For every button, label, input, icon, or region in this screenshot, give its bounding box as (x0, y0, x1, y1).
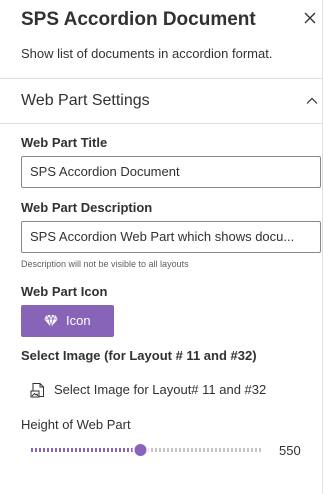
pane-description: Show list of documents in accordion form… (21, 46, 273, 61)
pane-title: SPS Accordion Document (21, 9, 256, 30)
icon-button-label: Icon (66, 313, 91, 328)
web-part-description-input[interactable]: SPS Accordion Web Part which shows docu.… (21, 221, 321, 253)
chevron-up-icon (306, 95, 318, 107)
property-pane: SPS Accordion Document Show list of docu… (0, 0, 323, 494)
diamond-icon (44, 314, 58, 328)
web-part-title-label: Web Part Title (21, 135, 108, 150)
height-slider[interactable] (31, 440, 263, 460)
select-image-link-label: Select Image for Layout# 11 and #32 (54, 382, 267, 397)
slider-thumb[interactable] (132, 442, 149, 458)
description-hint: Description will not be visible to all l… (21, 259, 189, 269)
pane-header: SPS Accordion Document (21, 8, 282, 32)
select-image-label: Select Image (for Layout # 11 and #32) (21, 348, 257, 363)
web-part-icon-label: Web Part Icon (21, 284, 108, 299)
web-part-title-input[interactable]: SPS Accordion Document (21, 156, 321, 188)
image-file-icon (30, 383, 44, 398)
close-icon (304, 12, 316, 24)
web-part-description-label: Web Part Description (21, 200, 153, 215)
height-value: 550 (279, 443, 301, 458)
height-label: Height of Web Part (21, 417, 131, 432)
icon-button[interactable]: Icon (21, 305, 114, 337)
group-label: Web Part Settings (21, 92, 150, 109)
web-part-settings-group-header[interactable]: Web Part Settings (0, 78, 323, 124)
close-button[interactable] (302, 10, 318, 26)
